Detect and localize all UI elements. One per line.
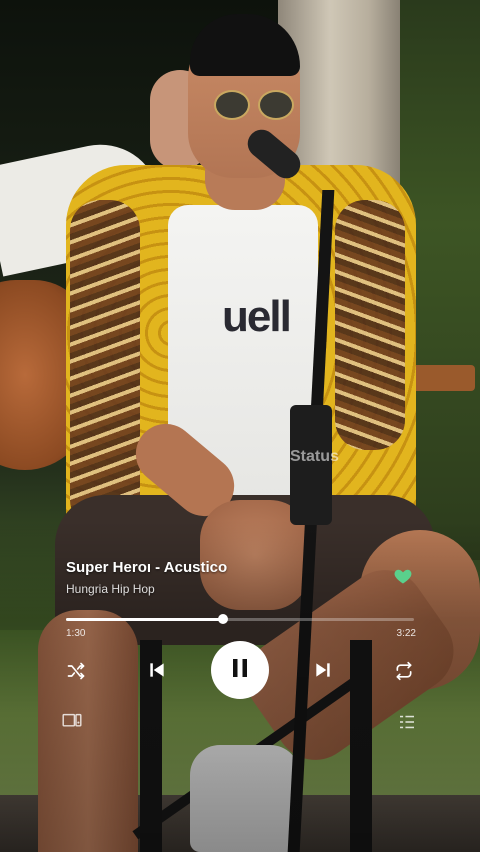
play-pause-button[interactable]	[211, 641, 269, 699]
repeat-icon[interactable]	[392, 660, 416, 682]
previous-icon[interactable]	[145, 659, 169, 681]
elapsed-time: 1:30	[66, 628, 86, 639]
progress-handle[interactable]	[217, 614, 228, 624]
heart-icon[interactable]	[393, 566, 413, 586]
next-icon[interactable]	[311, 659, 335, 681]
progress-fill	[66, 618, 223, 621]
player-overlay: Super Heroı - Acustico Hungria Hip Hop 1…	[0, 0, 480, 852]
queue-icon[interactable]	[398, 714, 416, 730]
shuffle-icon[interactable]	[64, 660, 88, 682]
total-time: 3:22	[396, 628, 416, 639]
connect-devices-icon[interactable]	[62, 712, 82, 730]
track-title: Super Heroı - Acustico	[66, 559, 228, 576]
progress-bar[interactable]	[66, 614, 414, 624]
pause-icon	[230, 657, 250, 684]
artist-name[interactable]: Hungria Hip Hop	[66, 582, 155, 596]
